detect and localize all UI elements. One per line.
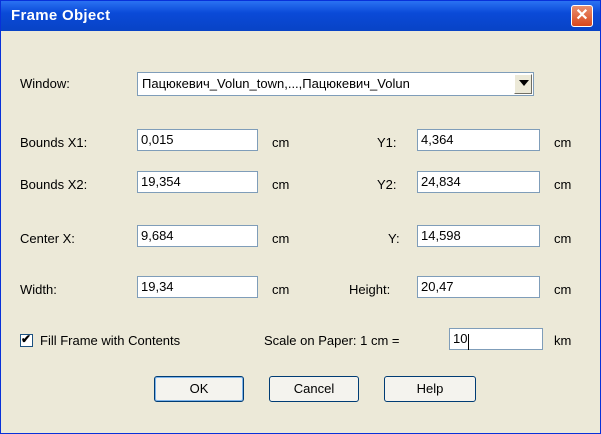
width-input[interactable]: 19,34 bbox=[137, 276, 258, 298]
y1-input[interactable]: 4,364 bbox=[417, 129, 540, 151]
center-y-label: Y: bbox=[388, 231, 400, 246]
height-input[interactable]: 20,47 bbox=[417, 276, 540, 298]
center-y-unit: cm bbox=[554, 231, 572, 246]
width-unit: cm bbox=[272, 282, 290, 297]
center-x-label: Center X: bbox=[20, 231, 75, 246]
bounds-x2-input[interactable]: 19,354 bbox=[137, 171, 258, 193]
y1-label: Y1: bbox=[377, 135, 397, 150]
fill-frame-label[interactable]: Fill Frame with Contents bbox=[40, 333, 180, 348]
height-unit: cm bbox=[554, 282, 572, 297]
y2-label: Y2: bbox=[377, 177, 397, 192]
scale-label: Scale on Paper: 1 cm = bbox=[264, 333, 400, 348]
center-x-unit: cm bbox=[272, 231, 290, 246]
bounds-x2-unit: cm bbox=[272, 177, 290, 192]
window-select-dropdown-button[interactable] bbox=[514, 74, 532, 94]
fill-frame-checkbox[interactable]: ✔ bbox=[20, 332, 33, 347]
close-button[interactable]: ✕ bbox=[571, 5, 593, 27]
y2-unit: cm bbox=[554, 177, 572, 192]
height-label: Height: bbox=[349, 282, 391, 297]
dialog-title: Frame Object bbox=[11, 7, 111, 24]
cancel-button[interactable]: Cancel bbox=[269, 376, 359, 402]
bounds-x2-label: Bounds X2: bbox=[20, 177, 88, 192]
scale-unit: km bbox=[554, 333, 572, 348]
window-select-value: Пацюкевич_Volun_town,...,Пацюкевич_Volun bbox=[142, 76, 410, 91]
text-caret bbox=[468, 334, 469, 350]
ok-button[interactable]: OK bbox=[154, 376, 244, 402]
check-icon: ✔ bbox=[21, 332, 32, 346]
dialog-body: Window: Пацюкевич_Volun_town,...,Пацюкев… bbox=[7, 31, 594, 433]
center-y-input[interactable]: 14,598 bbox=[417, 225, 540, 247]
bounds-x1-input[interactable]: 0,015 bbox=[137, 129, 258, 151]
close-icon: ✕ bbox=[575, 7, 589, 24]
title-bar[interactable]: Frame Object ✕ bbox=[1, 1, 600, 31]
chevron-down-icon bbox=[519, 80, 529, 86]
center-x-input[interactable]: 9,684 bbox=[137, 225, 258, 247]
y1-unit: cm bbox=[554, 135, 572, 150]
scale-input[interactable]: 10 bbox=[449, 328, 543, 350]
window-select[interactable]: Пацюкевич_Volun_town,...,Пацюкевич_Volun bbox=[137, 72, 534, 96]
bounds-x1-unit: cm bbox=[272, 135, 290, 150]
width-label: Width: bbox=[20, 282, 57, 297]
bounds-x1-label: Bounds X1: bbox=[20, 135, 88, 150]
y2-input[interactable]: 24,834 bbox=[417, 171, 540, 193]
window-label: Window: bbox=[20, 76, 70, 91]
help-button[interactable]: Help bbox=[384, 376, 476, 402]
frame-object-dialog: Frame Object ✕ Window: Пацюкевич_Volun_t… bbox=[0, 0, 601, 434]
